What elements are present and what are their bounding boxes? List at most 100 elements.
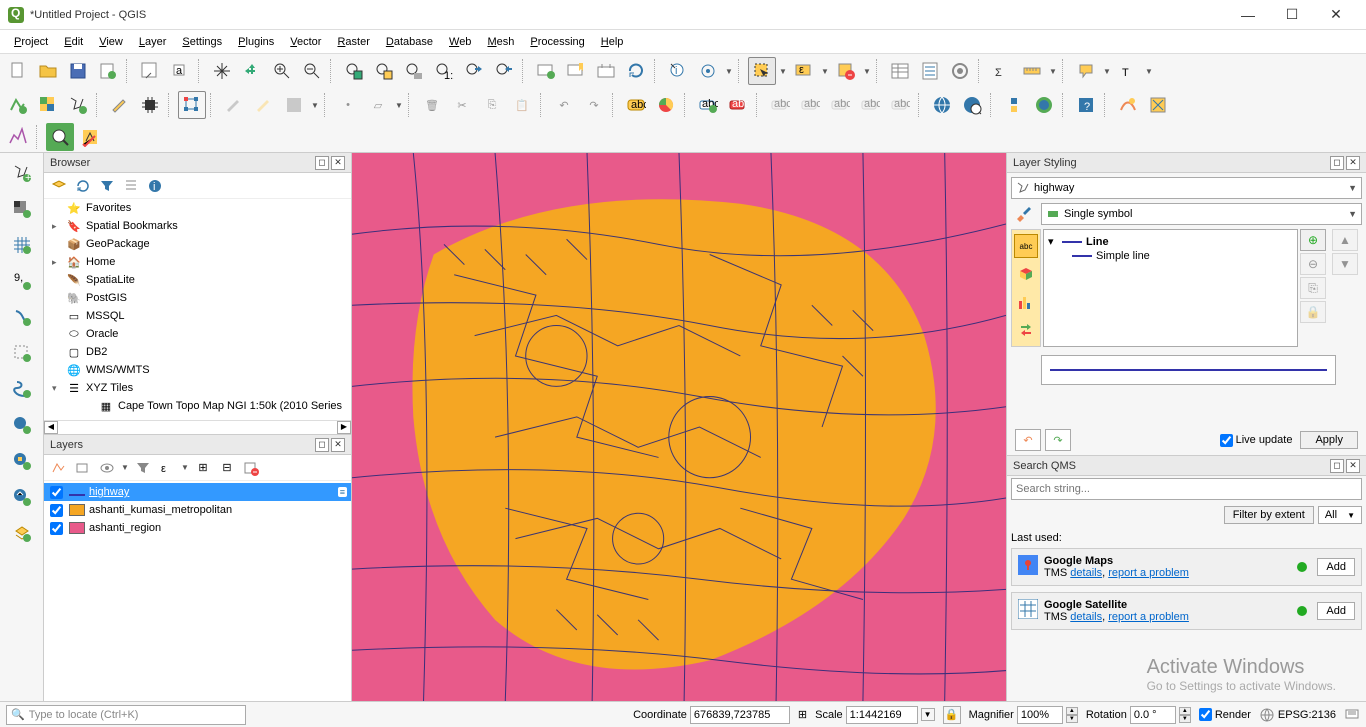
label-pin-button[interactable]: abc — [724, 91, 752, 119]
move-up-button[interactable]: ▲ — [1332, 229, 1358, 251]
save-edits-dropdown[interactable]: ▼ — [310, 101, 320, 110]
layout-manager-button[interactable] — [136, 57, 164, 85]
expand-all-button[interactable]: ⊞ — [192, 457, 214, 479]
save-layer-edits-button[interactable] — [280, 91, 308, 119]
add-service-button[interactable]: Add — [1317, 602, 1355, 620]
add-mesh-layer-button[interactable] — [6, 229, 38, 261]
remove-layer-button[interactable] — [240, 457, 262, 479]
edit-pencil-button[interactable] — [106, 91, 134, 119]
osm-tool-button[interactable] — [1030, 91, 1058, 119]
maptips-dropdown[interactable]: ▼ — [1102, 67, 1112, 76]
map-canvas[interactable] — [352, 153, 1006, 701]
close-button[interactable]: ✕ — [1314, 1, 1358, 29]
menu-project[interactable]: Project — [6, 36, 56, 48]
layer-visibility-checkbox[interactable] — [50, 486, 63, 499]
menu-web[interactable]: Web — [441, 36, 479, 48]
layer-row-ashanti_kumasi_metropolitan[interactable]: ashanti_kumasi_metropolitan — [44, 501, 351, 519]
layer-styling-button[interactable] — [48, 457, 70, 479]
menu-raster[interactable]: Raster — [329, 36, 377, 48]
collapse-all-layers-button[interactable]: ⊟ — [216, 457, 238, 479]
lock-symbol-button[interactable]: 🔒 — [1300, 301, 1326, 323]
layers-close-button[interactable]: ✕ — [331, 438, 345, 452]
magnifier-down[interactable]: ▼ — [1066, 715, 1078, 723]
scale-lock-button[interactable]: 🔒 — [943, 706, 961, 724]
scale-dropdown[interactable]: ▼ — [921, 708, 935, 721]
layer-selector-combo[interactable]: highway ▼ — [1011, 177, 1362, 199]
new-project-button[interactable] — [4, 57, 32, 85]
browser-item-db2[interactable]: ▢DB2 — [44, 343, 351, 361]
browser-item-home[interactable]: ▸🏠Home — [44, 253, 351, 271]
details-link[interactable]: details — [1070, 567, 1102, 579]
refresh-browser-button[interactable] — [72, 175, 94, 197]
style-manager-button[interactable]: a — [166, 57, 194, 85]
styling-tab-diagram[interactable] — [1014, 290, 1038, 314]
symbol-mode-combo[interactable]: Single symbol ▼ — [1041, 203, 1362, 225]
magnifier-input[interactable] — [1017, 706, 1063, 724]
zoom-selection-button[interactable] — [370, 57, 398, 85]
new-print-layout-button[interactable] — [94, 57, 122, 85]
menu-edit[interactable]: Edit — [56, 36, 91, 48]
attribute-table-button[interactable] — [886, 57, 914, 85]
cut-button[interactable]: ✂ — [448, 91, 476, 119]
browser-float-button[interactable]: ◻ — [315, 156, 329, 170]
styling-tab-history[interactable] — [1014, 318, 1038, 342]
duplicate-symbol-button[interactable]: ⎘ — [1300, 277, 1326, 299]
style-fwd-button[interactable]: ↷ — [1045, 429, 1071, 451]
scale-input[interactable] — [846, 706, 918, 724]
browser-item-spatial-bookmarks[interactable]: ▸🔖Spatial Bookmarks — [44, 217, 351, 235]
add-layer-button[interactable] — [48, 175, 70, 197]
menu-view[interactable]: View — [91, 36, 131, 48]
field-calc-button[interactable] — [916, 57, 944, 85]
toggle-edit-button[interactable] — [220, 91, 248, 119]
deselect-dropdown[interactable]: ▼ — [862, 67, 872, 76]
action-button[interactable] — [694, 57, 722, 85]
menu-processing[interactable]: Processing — [522, 36, 592, 48]
properties-button[interactable]: i — [144, 175, 166, 197]
quick-osm-button[interactable] — [46, 123, 74, 151]
annotation-dropdown[interactable]: ▼ — [1144, 67, 1154, 76]
magnifier-up[interactable]: ▲ — [1066, 707, 1078, 715]
filter-category-select[interactable]: All▼ — [1318, 506, 1362, 524]
redo-button[interactable]: ↷ — [580, 91, 608, 119]
zoom-next-button[interactable] — [490, 57, 518, 85]
symbol-tree[interactable]: ▾Line Simple line — [1043, 229, 1298, 347]
layer-row-highway[interactable]: highway≡ — [44, 483, 351, 501]
metasearch-button[interactable] — [928, 91, 956, 119]
add-wms-layer-button[interactable] — [6, 409, 38, 441]
text-annotation-button[interactable]: T — [1114, 57, 1142, 85]
add-wfs-layer-button[interactable] — [6, 481, 38, 513]
browser-item-geopackage[interactable]: 📦GeoPackage — [44, 235, 351, 253]
menu-mesh[interactable]: Mesh — [479, 36, 522, 48]
copy-button[interactable]: ⎘ — [478, 91, 506, 119]
maximize-button[interactable]: ☐ — [1270, 1, 1314, 29]
add-feature-dropdown[interactable]: ▼ — [394, 101, 404, 110]
menu-vector[interactable]: Vector — [282, 36, 329, 48]
new-shapefile-button[interactable] — [64, 91, 92, 119]
add-group-button[interactable] — [72, 457, 94, 479]
measure-dropdown[interactable]: ▼ — [1048, 67, 1058, 76]
browser-item-wms-wmts[interactable]: 🌐WMS/WMTS — [44, 361, 351, 379]
remove-symbol-button[interactable]: ⊖ — [1300, 253, 1326, 275]
qms-float-button[interactable]: ◻ — [1330, 459, 1344, 473]
zoom-layer-button[interactable] — [400, 57, 428, 85]
add-spatialite-layer-button[interactable] — [6, 301, 38, 333]
plugin-tool-1[interactable] — [1114, 91, 1142, 119]
select-value-dropdown[interactable]: ▼ — [820, 67, 830, 76]
browser-item-oracle[interactable]: ⬭Oracle — [44, 325, 351, 343]
styling-float-button[interactable]: ◻ — [1330, 156, 1344, 170]
profile-tool-button[interactable] — [4, 123, 32, 151]
style-back-button[interactable]: ↶ — [1015, 429, 1041, 451]
browser-item-cape-town-topo-map-ngi-1-50k-2010-series[interactable]: ▦Cape Town Topo Map NGI 1:50k (2010 Seri… — [44, 397, 351, 415]
expression-filter-button[interactable]: ε — [156, 457, 178, 479]
zoom-native-button[interactable]: 1:1 — [430, 57, 458, 85]
add-delimited-layer-button[interactable]: 9, — [6, 265, 38, 297]
menu-database[interactable]: Database — [378, 36, 441, 48]
save-project-button[interactable] — [64, 57, 92, 85]
rotation-down[interactable]: ▼ — [1179, 715, 1191, 723]
menu-plugins[interactable]: Plugins — [230, 36, 282, 48]
add-symbol-button[interactable]: ⊕ — [1300, 229, 1326, 251]
rotation-up[interactable]: ▲ — [1179, 707, 1191, 715]
move-down-button[interactable]: ▼ — [1332, 253, 1358, 275]
add-xyz-layer-button[interactable] — [6, 517, 38, 549]
select-button[interactable] — [748, 57, 776, 85]
